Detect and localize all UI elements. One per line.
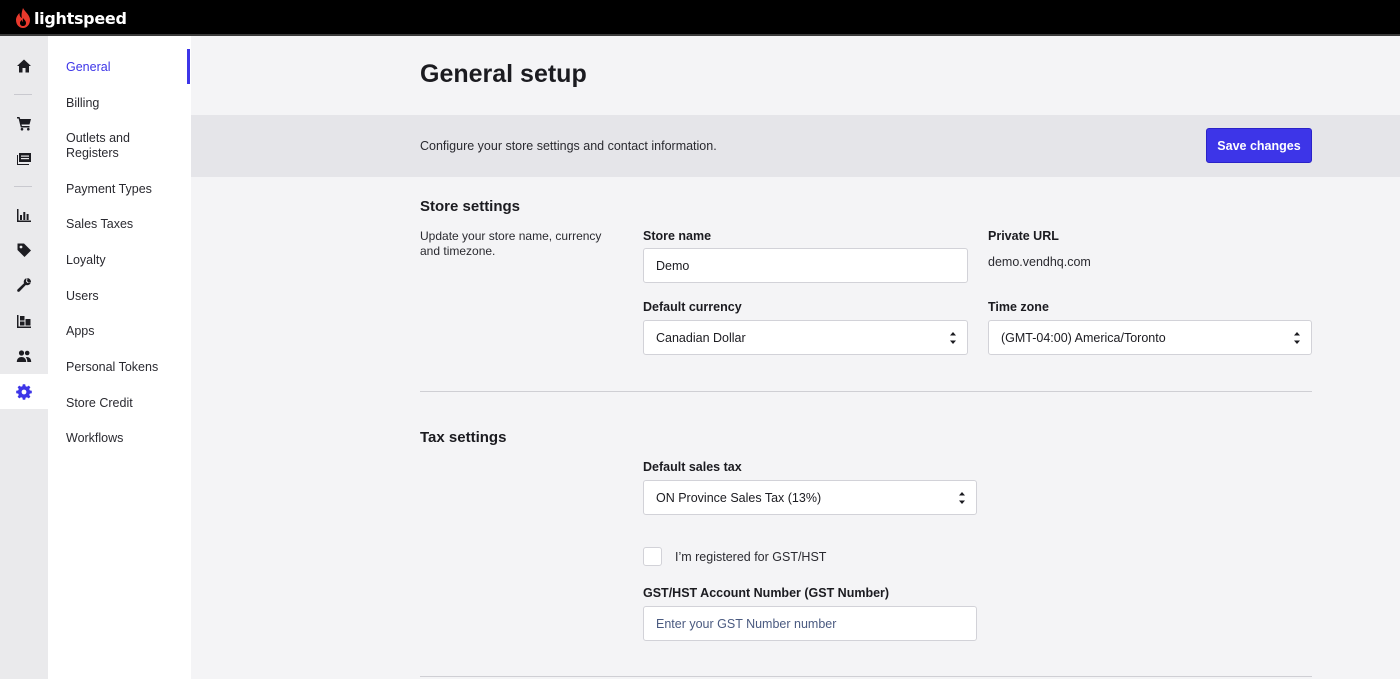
rail-reporting[interactable]	[0, 197, 48, 232]
active-indicator	[187, 49, 190, 84]
top-bar: lightspeed	[0, 0, 1400, 36]
tax-settings-title: Tax settings	[420, 429, 507, 446]
gear-icon	[16, 383, 32, 400]
rail-inventory[interactable]	[0, 303, 48, 338]
subnav-item-users[interactable]: Users	[66, 289, 186, 304]
wrench-icon	[17, 277, 31, 292]
rail-divider	[14, 94, 32, 95]
default-currency-value: Canadian Dollar	[656, 331, 746, 345]
subnav-item-billing[interactable]: Billing	[66, 96, 186, 111]
subnav-item-apps[interactable]: Apps	[66, 324, 186, 339]
save-changes-button[interactable]: Save changes	[1206, 128, 1312, 163]
store-name-label: Store name	[643, 229, 712, 243]
default-sales-tax-label: Default sales tax	[643, 460, 742, 474]
select-arrows-icon	[959, 492, 965, 504]
time-zone-label: Time zone	[988, 300, 1049, 314]
flame-icon	[16, 8, 30, 28]
rail-tools[interactable]	[0, 267, 48, 302]
gst-number-label: GST/HST Account Number (GST Number)	[643, 586, 890, 600]
rail-customers[interactable]	[0, 338, 48, 373]
default-currency-select[interactable]: Canadian Dollar	[643, 320, 968, 355]
private-url-value: demo.vendhq.com	[988, 255, 1091, 269]
rail-setup[interactable]	[0, 374, 48, 409]
store-settings-description: Update your store name, currency and tim…	[420, 229, 602, 258]
section-divider	[420, 676, 1312, 677]
section-divider	[420, 391, 1312, 392]
select-arrows-icon	[950, 332, 956, 344]
subnav-item-store-credit[interactable]: Store Credit	[66, 396, 186, 411]
tag-icon	[17, 243, 31, 257]
store-settings-title: Store settings	[420, 198, 521, 215]
gst-registered-label: I’m registered for GST/HST	[675, 550, 827, 564]
rail-sell[interactable]	[0, 105, 48, 140]
private-url-label: Private URL	[988, 229, 1059, 243]
time-zone-value: (GMT-04:00) America/Toronto	[1001, 331, 1166, 345]
cart-icon	[17, 116, 31, 130]
rail-home[interactable]	[0, 48, 48, 83]
select-arrows-icon	[1294, 332, 1300, 344]
default-sales-tax-value: ON Province Sales Tax (13%)	[656, 491, 822, 505]
rail-divider	[14, 186, 32, 187]
subnav-item-loyalty[interactable]: Loyalty	[66, 253, 186, 268]
page-title: General setup	[420, 60, 587, 88]
time-zone-select[interactable]: (GMT-04:00) America/Toronto	[988, 320, 1312, 355]
subnav-item-payment-types[interactable]: Payment Types	[66, 182, 186, 197]
default-sales-tax-select[interactable]: ON Province Sales Tax (13%)	[643, 480, 977, 515]
gst-number-input[interactable]	[643, 606, 977, 641]
home-icon	[17, 59, 31, 72]
lightspeed-logo[interactable]: lightspeed	[14, 6, 127, 30]
gst-registered-checkbox[interactable]	[643, 547, 662, 566]
subnav-item-general[interactable]: General	[66, 60, 186, 75]
rail-catalog[interactable]	[0, 232, 48, 267]
subnav-item-outlets-and-registers[interactable]: Outlets and Registers	[66, 131, 186, 161]
subnav-item-workflows[interactable]: Workflows	[66, 431, 186, 446]
brand-name: lightspeed	[34, 8, 127, 28]
setup-subnav: General Billing Outlets and Registers Pa…	[48, 36, 191, 679]
subnav-item-personal-tokens[interactable]: Personal Tokens	[66, 360, 186, 375]
sales-ledger-icon	[17, 152, 31, 165]
subnav-item-sales-taxes[interactable]: Sales Taxes	[66, 217, 186, 232]
rail-sales-ledger[interactable]	[0, 140, 48, 175]
store-name-input[interactable]	[643, 248, 968, 283]
inventory-icon	[17, 314, 31, 328]
banner-description: Configure your store settings and contac…	[420, 139, 717, 153]
default-currency-label: Default currency	[643, 300, 742, 314]
page-header-banner: Configure your store settings and contac…	[191, 115, 1400, 177]
icon-rail	[0, 36, 48, 679]
customers-icon	[16, 349, 32, 362]
reporting-icon	[17, 208, 31, 222]
